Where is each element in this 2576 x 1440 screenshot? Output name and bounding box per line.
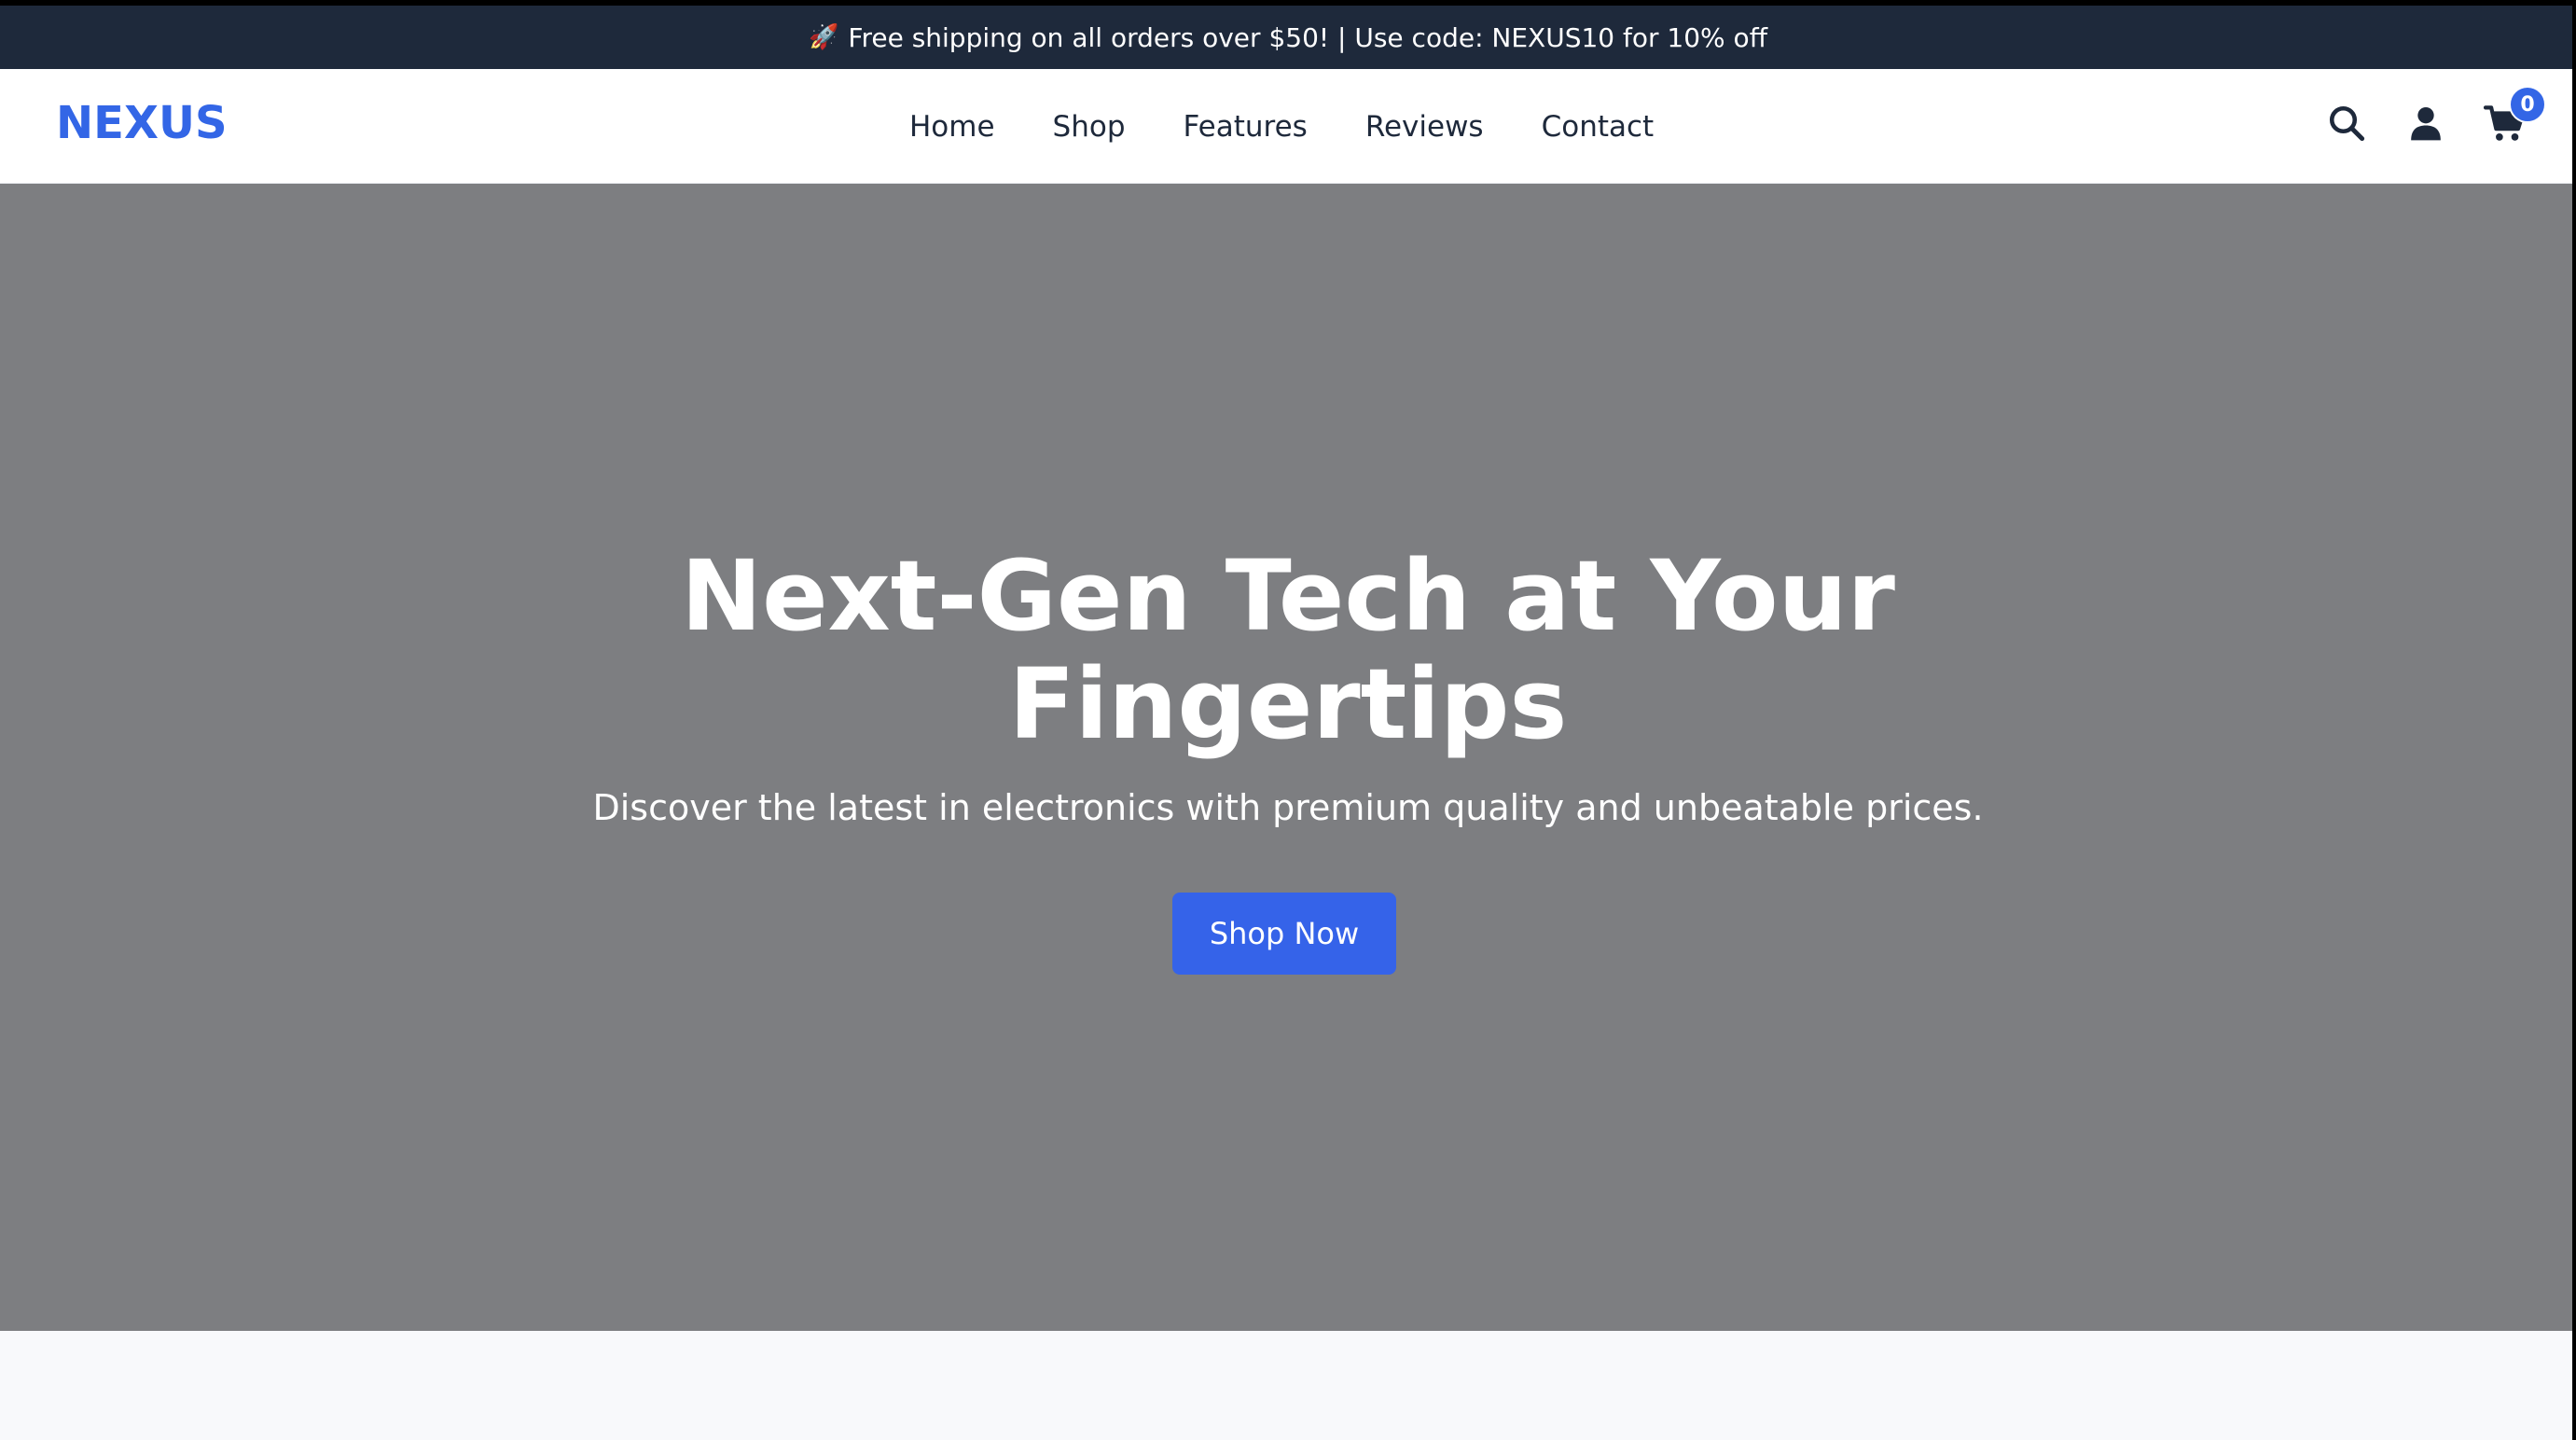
hero-subtitle: Discover the latest in electronics with … [592,787,1984,828]
hero-title-line-1: Next-Gen Tech at Your [681,539,1895,653]
search-icon[interactable] [2324,101,2369,145]
hero-title-line-2: Fingertips [1008,647,1568,761]
promo-text: Free shipping on all orders over $50! | … [848,21,1767,53]
nav-link-reviews[interactable]: Reviews [1365,110,1484,144]
page: 🚀 Free shipping on all orders over $50! … [0,0,2576,1440]
cart-count-badge: 0 [2509,86,2546,123]
brand-logo[interactable]: NEXUS [56,97,228,149]
nav-link-shop[interactable]: Shop [1053,110,1126,144]
rocket-icon: 🚀 [809,23,839,51]
cart-icon[interactable]: 0 [2483,86,2546,145]
shop-now-button[interactable]: Shop Now [1172,893,1396,975]
navbar: NEXUS Home Shop Features Reviews Contact [0,69,2576,184]
hero-title: Next-Gen Tech at Your Fingertips [0,542,2576,758]
nav-actions: 0 [2290,86,2546,145]
nav-link-features[interactable]: Features [1184,110,1308,144]
nav-link-contact[interactable]: Contact [1542,110,1655,144]
main-nav: Home Shop Features Reviews Contact [909,110,1654,144]
promo-banner: 🚀 Free shipping on all orders over $50! … [0,0,2576,69]
nav-link-home[interactable]: Home [909,110,995,144]
window-edge [2572,69,2576,1440]
hero-section: Next-Gen Tech at Your Fingertips Discove… [0,184,2576,1331]
user-icon[interactable] [2403,101,2448,145]
content-section [0,1331,2576,1440]
